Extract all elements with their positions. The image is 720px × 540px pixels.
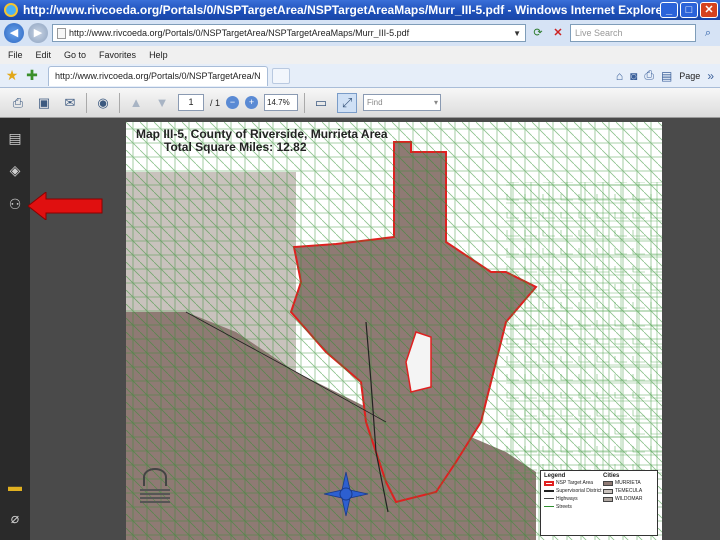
menu-help[interactable]: Help <box>149 50 168 60</box>
print-icon[interactable]: ⎙ <box>8 93 28 113</box>
red-arrow-annotation <box>28 192 103 220</box>
share-icon[interactable]: ✉ <box>60 93 80 113</box>
menu-edit[interactable]: Edit <box>36 50 52 60</box>
find-placeholder: Find <box>367 98 383 107</box>
legend-city: MURRIETA <box>615 480 641 486</box>
pages-icon[interactable]: ▤ <box>7 130 23 146</box>
minimize-button[interactable]: _ <box>660 2 678 18</box>
toolbar-divider <box>119 92 120 113</box>
next-page-icon[interactable]: ▼ <box>152 93 172 113</box>
print-icon[interactable]: ⎙ <box>644 68 654 83</box>
tools-icon[interactable]: » <box>707 69 714 83</box>
favorites-star-icon[interactable]: ★ <box>4 67 20 84</box>
logo-text-lines <box>140 489 170 503</box>
refresh-icon[interactable]: ⟳ <box>530 25 546 41</box>
toolbar-divider <box>86 92 87 113</box>
map-title: Map III-5, County of Riverside, Murrieta… <box>136 128 388 154</box>
find-input[interactable]: Find ▾ <box>363 94 442 111</box>
find-dropdown-icon[interactable]: ▾ <box>434 95 438 110</box>
zoom-in-icon[interactable]: + <box>245 96 259 109</box>
comments-icon[interactable]: ▬ <box>7 478 23 494</box>
legend-item: NSP Target Area <box>556 480 594 486</box>
logo-seal <box>143 468 167 486</box>
home-icon[interactable]: ⌂ <box>616 69 623 83</box>
back-button[interactable]: ◀ <box>4 23 24 43</box>
search-input[interactable]: Live Search <box>570 24 696 42</box>
stop-icon[interactable]: ✕ <box>550 25 566 41</box>
document-area: Map III-5, County of Riverside, Murrieta… <box>30 118 720 540</box>
search-icon[interactable]: ⌕ <box>700 25 716 41</box>
legend-city: WILDOMAR <box>615 496 643 502</box>
pdf-toolbar: ⎙ ▣ ✉ ◉ ▲ ▼ 1 / 1 − + 14.7% ▭ ⤢ Find ▾ <box>0 88 720 118</box>
map-title-line2: Total Square Miles: 12.82 <box>164 140 307 154</box>
menu-file[interactable]: File <box>8 50 23 60</box>
pdf-page: Map III-5, County of Riverside, Murrieta… <box>126 122 662 540</box>
previous-page-icon[interactable]: ▲ <box>126 93 146 113</box>
url-dropdown-icon[interactable]: ▼ <box>513 29 521 38</box>
fit-page-icon[interactable]: ▭ <box>311 93 331 113</box>
total-pages: / 1 <box>210 97 221 108</box>
page-icon <box>57 27 66 39</box>
binoculars-search-icon[interactable]: ⚇ <box>7 196 23 212</box>
eda-logo <box>140 468 170 510</box>
ie-logo-icon <box>4 3 18 17</box>
page-menu-icon: ▤ <box>660 68 673 83</box>
browser-window: http://www.rivcoeda.org/Portals/0/NSPTar… <box>0 0 720 540</box>
legend-item: Highways <box>556 496 578 502</box>
page-menu-label[interactable]: Page <box>679 71 700 81</box>
menu-bar: File Edit Go to Favorites Help <box>0 46 720 64</box>
forward-button[interactable]: ▶ <box>28 23 48 43</box>
close-button[interactable]: ✕ <box>700 2 718 18</box>
title-bar: http://www.rivcoeda.org/Portals/0/NSPTar… <box>0 0 720 20</box>
url-field[interactable]: http://www.rivcoeda.org/Portals/0/NSPTar… <box>52 24 526 42</box>
page-number-input[interactable]: 1 <box>178 94 204 111</box>
add-favorite-icon[interactable]: ✚ <box>24 67 40 84</box>
feeds-icon[interactable]: ◙ <box>630 69 637 83</box>
pdf-navigation-panel: ▤ ◈ ⚇ ▬ ⌀ <box>0 118 30 540</box>
menu-goto[interactable]: Go to <box>64 50 86 60</box>
toolbar-divider <box>304 92 306 113</box>
legend-city: TEMECULA <box>615 488 643 494</box>
zoom-out-icon[interactable]: − <box>226 96 240 109</box>
legend-item: Supervisorial District <box>556 488 602 494</box>
window-title: http://www.rivcoeda.org/Portals/0/NSPTar… <box>23 3 660 17</box>
streets-overlay-east <box>506 182 662 482</box>
collaborate-icon[interactable]: ◉ <box>93 93 113 113</box>
tab-active[interactable]: http://www.rivcoeda.org/Portals/0/NSPTar… <box>48 65 268 86</box>
maximize-button[interactable]: □ <box>680 2 698 18</box>
legend-item: Streets <box>556 504 572 510</box>
tab-bar: ★ ✚ http://www.rivcoeda.org/Portals/0/NS… <box>0 64 720 88</box>
menu-favorites[interactable]: Favorites <box>99 50 136 60</box>
zoom-level-select[interactable]: 14.7% <box>264 94 299 111</box>
url-text: http://www.rivcoeda.org/Portals/0/NSPTar… <box>69 28 410 38</box>
attachments-icon[interactable]: ⌀ <box>7 510 23 526</box>
fit-width-icon[interactable]: ⤢ <box>337 92 358 113</box>
map-legend: Legend NSP Target Area Supervisorial Dis… <box>540 470 658 536</box>
command-bar: ⌂ ◙ ⎙ ▤ Page » <box>616 68 720 83</box>
address-bar: ◀ ▶ http://www.rivcoeda.org/Portals/0/NS… <box>0 20 720 46</box>
save-icon[interactable]: ▣ <box>34 93 54 113</box>
layers-icon[interactable]: ◈ <box>7 162 23 178</box>
new-tab-button[interactable] <box>272 67 290 84</box>
